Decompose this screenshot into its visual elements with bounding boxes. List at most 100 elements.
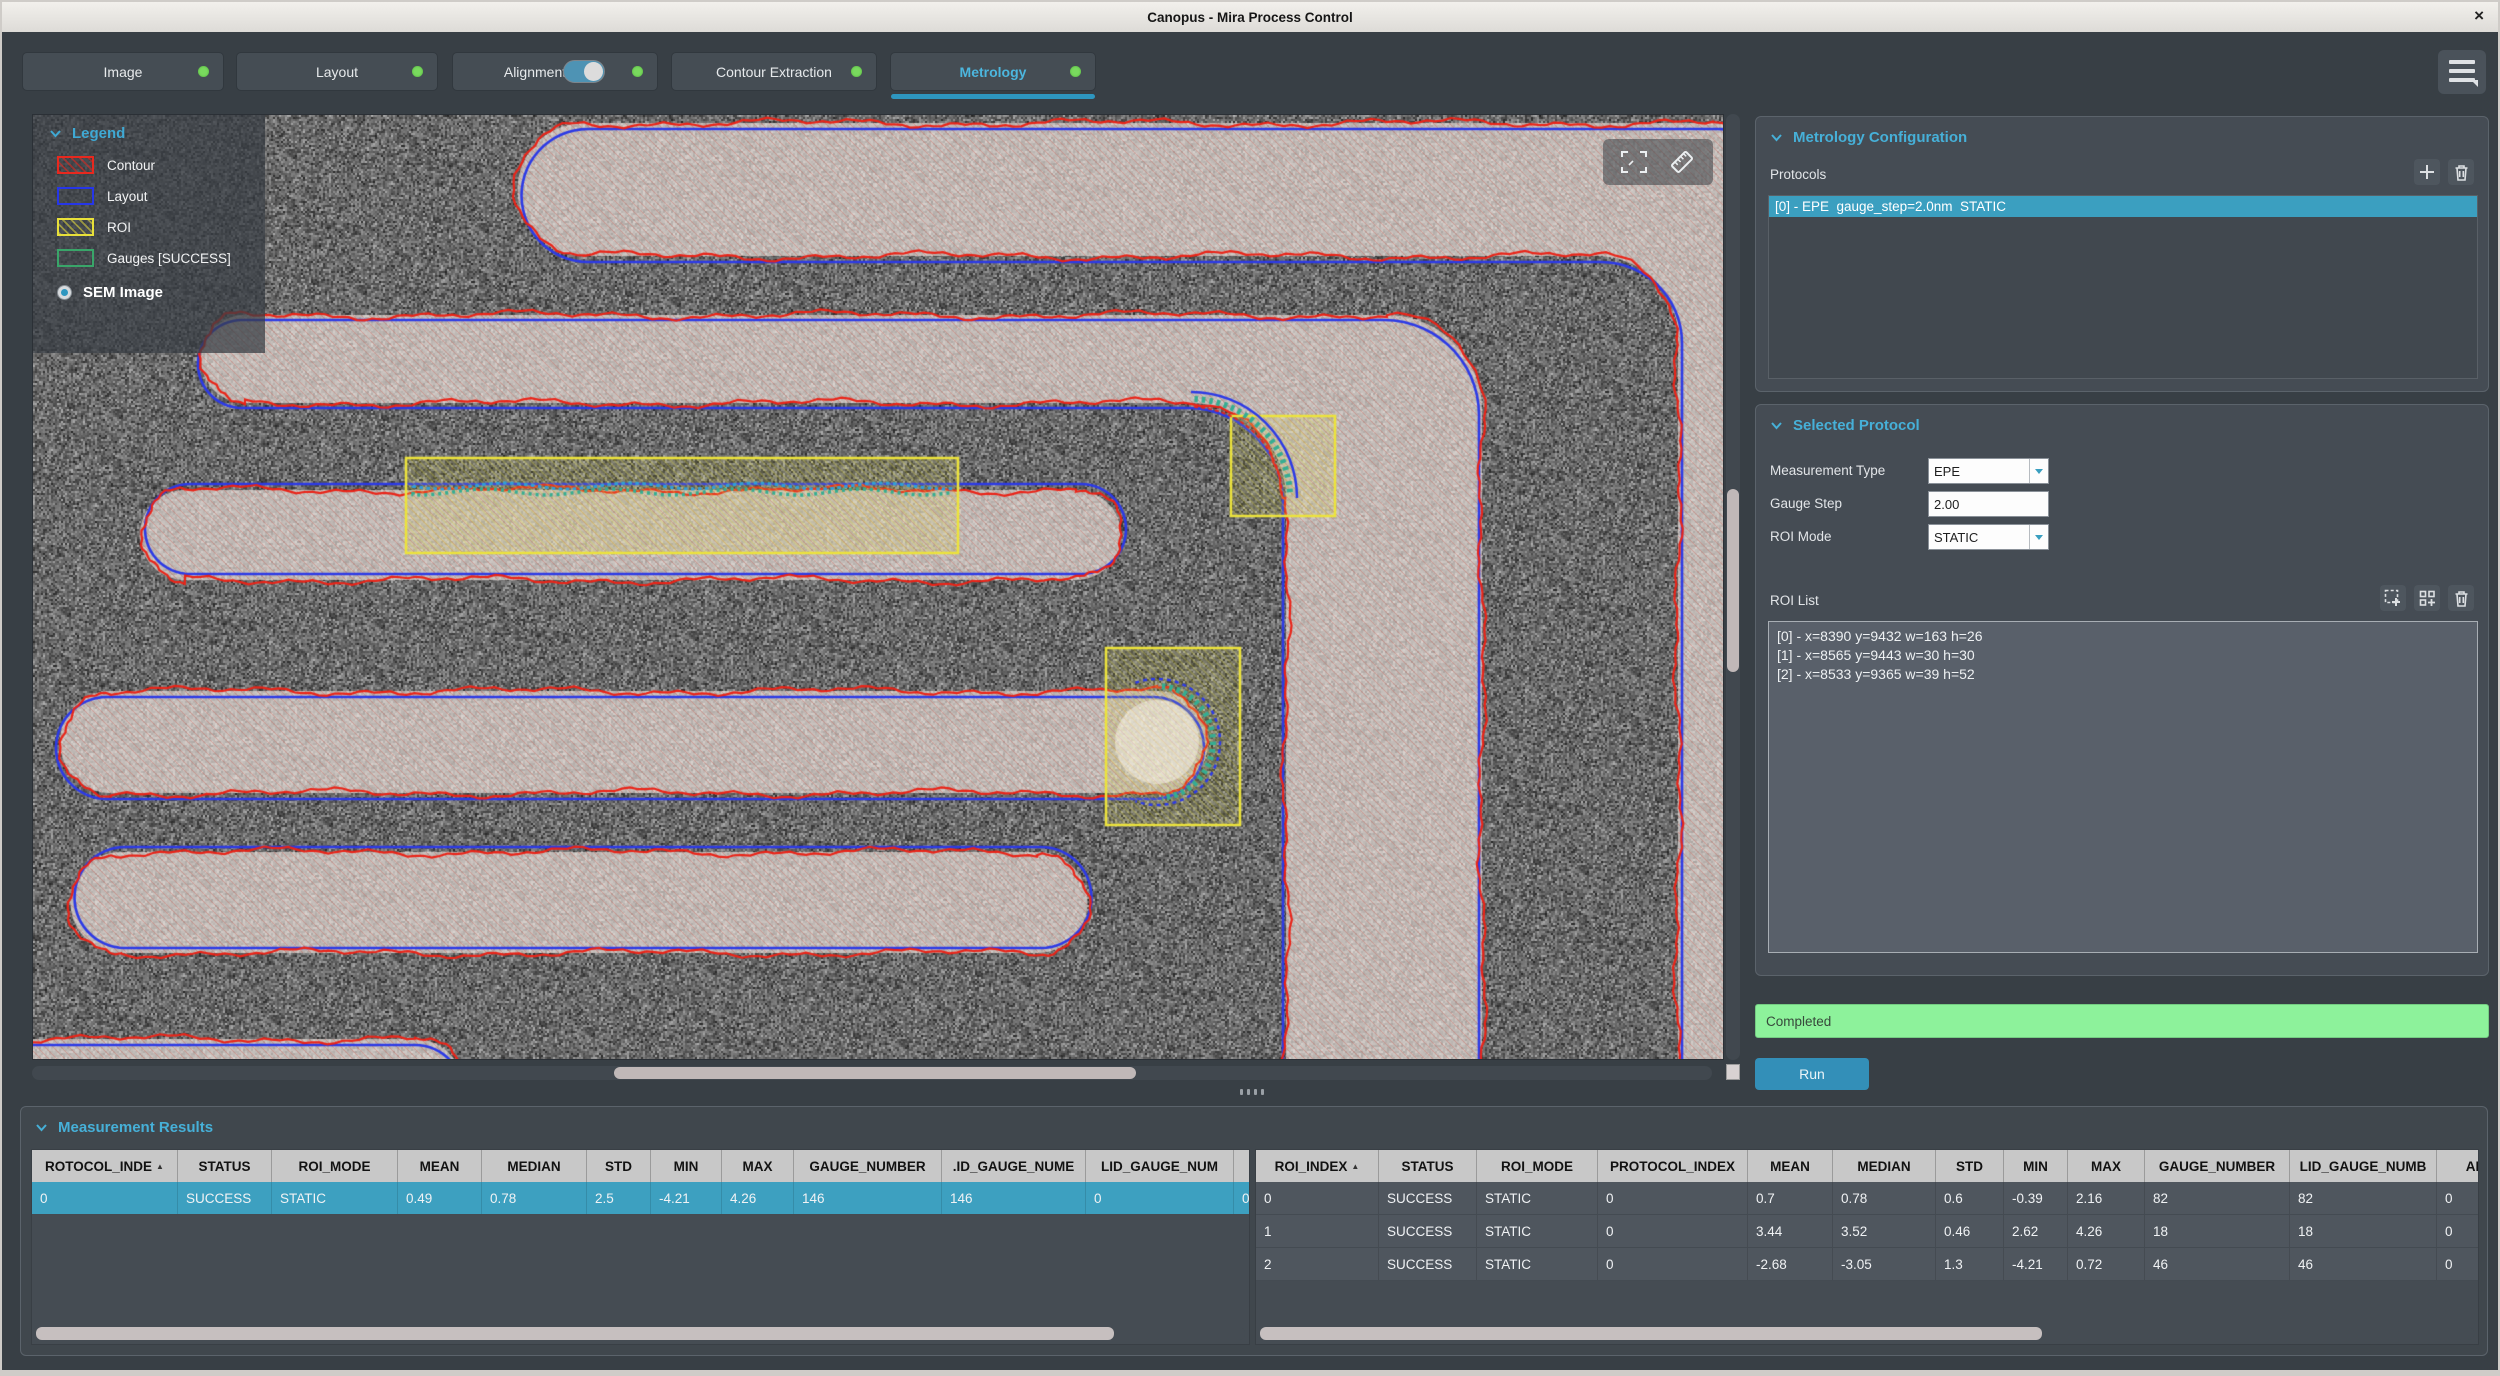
- delete-roi-button[interactable]: [2448, 585, 2474, 611]
- scrollbar-thumb[interactable]: [1727, 489, 1739, 672]
- column-header[interactable]: MEAN: [398, 1150, 482, 1182]
- ruler-icon[interactable]: [1665, 145, 1699, 179]
- table-cell: 146: [794, 1182, 942, 1214]
- chevron-down-icon[interactable]: [2029, 525, 2048, 549]
- tab-contour-extraction[interactable]: Contour Extraction: [671, 52, 877, 91]
- chevron-down-icon[interactable]: [1770, 421, 1783, 430]
- column-header[interactable]: ROI_INDEX ▲: [1256, 1150, 1379, 1182]
- close-icon[interactable]: ×: [2474, 5, 2484, 27]
- column-header[interactable]: MAX: [2068, 1150, 2145, 1182]
- table-row[interactable]: 0 SUCCESS STATIC 0 0.7 0.78 0.6 -0.39 2.16 82 82 0: [1256, 1182, 2478, 1215]
- tab-layout-label: Layout: [315, 63, 359, 80]
- chevron-down-icon[interactable]: [1770, 133, 1783, 142]
- table-cell: SUCCESS: [178, 1182, 272, 1214]
- alignment-toggle[interactable]: [563, 60, 605, 83]
- delete-protocol-button[interactable]: [2448, 159, 2474, 185]
- list-item[interactable]: [1] - x=8565 y=9443 w=30 h=30: [1777, 646, 2469, 665]
- measurement-type-select[interactable]: EPE: [1928, 458, 2049, 484]
- tab-alignment[interactable]: Alignment: [452, 52, 658, 91]
- add-protocol-button[interactable]: [2414, 159, 2440, 185]
- column-header[interactable]: STATUS: [1379, 1150, 1477, 1182]
- table-cell: 0.49: [398, 1182, 482, 1214]
- table-cell: 0: [1598, 1182, 1748, 1214]
- sem-image-viewer[interactable]: Legend Contour Layout ROI Gauges [SUCCES…: [32, 114, 1724, 1060]
- list-item[interactable]: [0] - x=8390 y=9432 w=163 h=26: [1777, 627, 2469, 646]
- roi-swatch: [57, 218, 94, 236]
- chevron-down-icon[interactable]: [35, 1123, 48, 1132]
- scrollbar-thumb[interactable]: [36, 1327, 1114, 1340]
- sem-image-radio-label: SEM Image: [83, 284, 164, 301]
- column-header[interactable]: ALID: [2437, 1150, 2478, 1182]
- layout-swatch: [57, 187, 94, 205]
- roi-mode-select[interactable]: STATIC: [1928, 524, 2049, 550]
- table-cell: 0.46: [1936, 1215, 2004, 1247]
- protocol-results-table[interactable]: ROTOCOL_INDE ▲ STATUS ROI_MODE MEAN MEDIAN STD…: [31, 1149, 1250, 1345]
- column-header[interactable]: MIN: [2004, 1150, 2068, 1182]
- tab-metrology-label: Metrology: [959, 63, 1027, 80]
- chevron-down-icon[interactable]: [49, 129, 62, 138]
- list-item[interactable]: [2] - x=8533 y=9365 w=39 h=52: [1777, 665, 2469, 684]
- roi-results-table[interactable]: ROI_INDEX ▲ STATUS ROI_MODE PROTOCOL_INDEX ME…: [1255, 1149, 2479, 1345]
- table-row[interactable]: 1 SUCCESS STATIC 0 3.44 3.52 0.46 2.62 4.26 18 18 0: [1256, 1215, 2478, 1248]
- column-header[interactable]: ROI_MODE: [272, 1150, 398, 1182]
- column-header[interactable]: A: [1234, 1150, 1249, 1182]
- column-header[interactable]: MEDIAN: [1833, 1150, 1936, 1182]
- splitter-handle[interactable]: [1238, 1088, 1266, 1096]
- column-header[interactable]: STATUS: [178, 1150, 272, 1182]
- add-roi-grid-button[interactable]: [2414, 585, 2440, 611]
- tab-image[interactable]: Image: [22, 52, 224, 91]
- status-dot: [632, 66, 643, 77]
- column-header[interactable]: LID_GAUGE_NUMB: [2290, 1150, 2437, 1182]
- sem-image-radio[interactable]: [57, 285, 72, 300]
- column-header[interactable]: LID_GAUGE_NUM: [1086, 1150, 1234, 1182]
- legend-item-contour: Contour: [57, 156, 265, 174]
- viewer-vertical-scrollbar[interactable]: [1726, 114, 1740, 1060]
- roi-list-label: ROI List: [1770, 593, 1819, 608]
- fit-view-icon[interactable]: [1617, 145, 1651, 179]
- scrollbar-thumb[interactable]: [1260, 1327, 2042, 1340]
- table-cell: 3.52: [1833, 1215, 1936, 1247]
- table-cell: 0: [1598, 1215, 1748, 1247]
- tab-metrology[interactable]: Metrology: [890, 52, 1096, 99]
- column-header[interactable]: ROTOCOL_INDE ▲: [32, 1150, 178, 1182]
- table-horizontal-scrollbar[interactable]: [1260, 1327, 2474, 1340]
- viewer-toolbar: [1603, 139, 1713, 185]
- list-item[interactable]: [0] - EPE gauge_step=2.0nm STATIC: [1769, 196, 2477, 217]
- column-header[interactable]: MEAN: [1748, 1150, 1833, 1182]
- roi-mode-label: ROI Mode: [1770, 529, 1832, 544]
- measurement-results-title: Measurement Results: [58, 1119, 214, 1136]
- chevron-down-icon[interactable]: [2029, 459, 2048, 483]
- scrollbar-thumb[interactable]: [614, 1067, 1136, 1079]
- column-header[interactable]: MEDIAN: [482, 1150, 587, 1182]
- column-header[interactable]: STD: [587, 1150, 651, 1182]
- protocols-list[interactable]: [0] - EPE gauge_step=2.0nm STATIC: [1768, 195, 2478, 379]
- roi-list[interactable]: [0] - x=8390 y=9432 w=163 h=26 [1] - x=85…: [1768, 621, 2478, 953]
- column-header[interactable]: STD: [1936, 1150, 2004, 1182]
- tab-contour-label: Contour Extraction: [716, 63, 832, 80]
- viewer-horizontal-scrollbar[interactable]: [32, 1066, 1712, 1080]
- status-dot: [412, 66, 423, 77]
- hamburger-menu-icon[interactable]: [2438, 50, 2486, 94]
- table-cell: 0.78: [1833, 1182, 1936, 1214]
- column-header[interactable]: GAUGE_NUMBER: [2145, 1150, 2290, 1182]
- legend-title: Legend: [72, 125, 126, 142]
- column-header[interactable]: .ID_GAUGE_NUME: [942, 1150, 1086, 1182]
- tab-layout[interactable]: Layout: [236, 52, 438, 91]
- table-row[interactable]: 2 SUCCESS STATIC 0 -2.68 -3.05 1.3 -4.21 0.72 46 4…: [1256, 1248, 2478, 1281]
- table-cell: 146: [942, 1182, 1086, 1214]
- column-header[interactable]: MIN: [651, 1150, 722, 1182]
- table-cell: 0.72: [2068, 1248, 2145, 1280]
- run-button[interactable]: Run: [1755, 1058, 1869, 1090]
- column-header[interactable]: ROI_MODE: [1477, 1150, 1598, 1182]
- table-cell: 82: [2290, 1182, 2437, 1214]
- table-cell: 4.26: [2068, 1215, 2145, 1247]
- column-header[interactable]: GAUGE_NUMBER: [794, 1150, 942, 1182]
- draw-roi-button[interactable]: [2380, 585, 2406, 611]
- table-row[interactable]: 0 SUCCESS STATIC 0.49 0.78 2.5 -4.21 4.26 146 146…: [32, 1182, 1249, 1215]
- table-horizontal-scrollbar[interactable]: [36, 1327, 1245, 1340]
- column-header[interactable]: MAX: [722, 1150, 794, 1182]
- sem-image-canvas[interactable]: [33, 115, 1723, 1059]
- table-cell: 0: [2437, 1248, 2478, 1280]
- column-header[interactable]: PROTOCOL_INDEX: [1598, 1150, 1748, 1182]
- gauge-step-input[interactable]: 2.00: [1928, 491, 2049, 517]
